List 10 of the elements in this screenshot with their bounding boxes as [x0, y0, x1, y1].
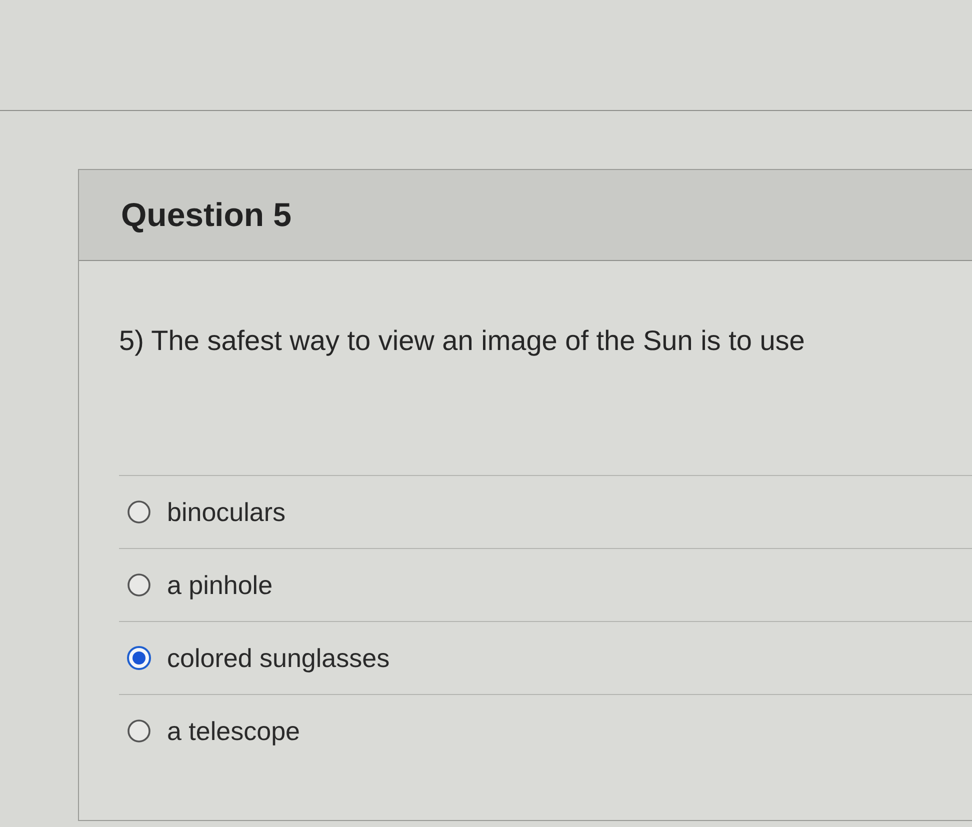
radio-icon[interactable]	[127, 500, 151, 524]
answer-option[interactable]: a telescope	[119, 695, 972, 767]
radio-icon[interactable]	[127, 573, 151, 597]
radio-icon[interactable]	[127, 719, 151, 743]
answer-option[interactable]: a pinhole	[119, 549, 972, 622]
answer-option[interactable]: binoculars	[119, 476, 972, 549]
question-text: 5) The safest way to view an image of the Sun is to use	[119, 325, 806, 357]
answer-option[interactable]: colored sunglasses	[119, 622, 972, 695]
question-title: Question 5	[121, 196, 292, 234]
radio-selected-icon[interactable]	[127, 646, 151, 670]
